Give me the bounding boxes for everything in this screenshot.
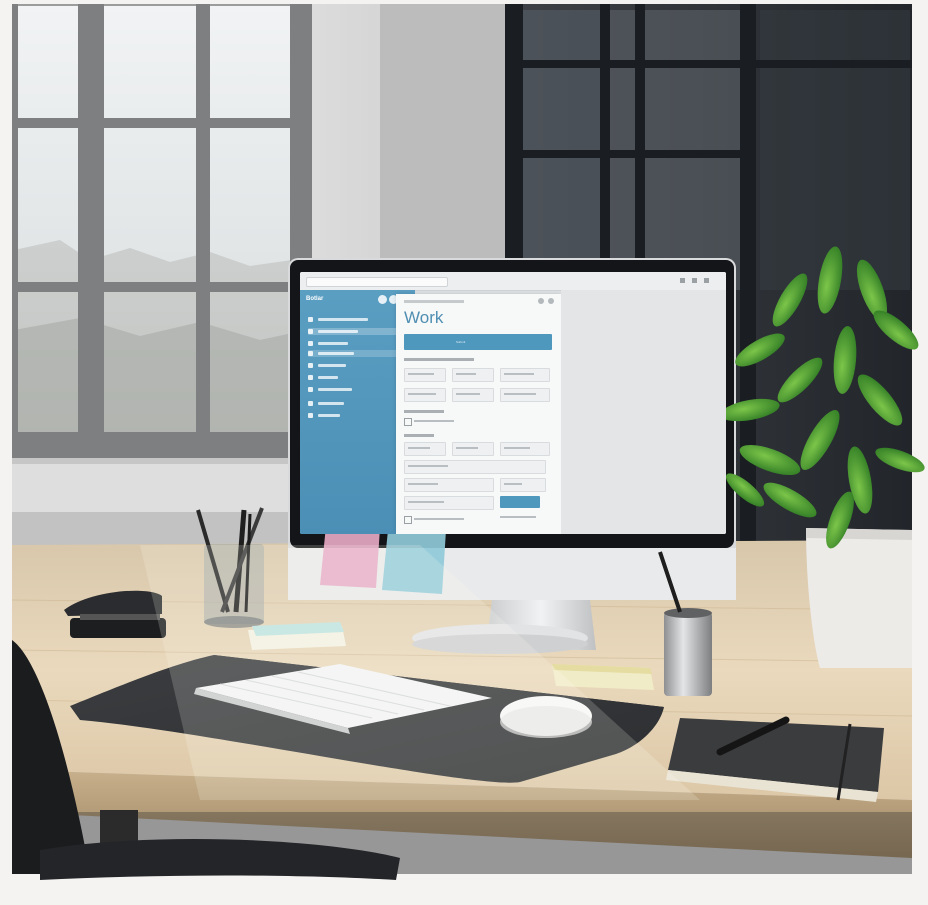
field-text [504,447,530,449]
sidebar-item-highlighted[interactable] [308,350,403,357]
form-field[interactable] [404,442,446,456]
form-field[interactable] [452,388,494,402]
tasks-icon [308,341,313,346]
checkbox[interactable] [404,516,412,524]
team-icon [308,375,313,380]
page-title: Work [404,308,444,327]
monitor-screen: Botlar Work Submit [300,272,726,534]
office-desk-scene: Botlar Work Submit [0,0,928,905]
section-heading [404,410,444,413]
sidebar-item-reports[interactable] [308,362,403,369]
toggle-icon[interactable] [378,295,387,304]
date-input[interactable] [500,478,546,492]
checkbox-label [414,518,464,520]
field-text [408,373,434,375]
checkbox-label [414,420,454,422]
form-field[interactable] [452,368,494,382]
browser-profile-icon[interactable] [704,278,709,283]
form-field[interactable] [452,442,494,456]
search-icon[interactable] [538,298,544,304]
help-icon [308,413,313,418]
sidebar-item-label [318,342,348,345]
field-text [408,501,444,503]
primary-button-label: Submit [456,340,466,344]
sidebar-item-workspace[interactable] [308,316,403,323]
form-field[interactable] [500,442,550,456]
field-text [408,483,438,485]
field-text [408,447,430,449]
section-heading [404,434,434,437]
sidebar-item-team[interactable] [308,374,403,381]
text-input[interactable] [404,460,546,474]
submit-button[interactable] [500,496,540,508]
sidebar-item-settings[interactable] [308,400,403,407]
form-field[interactable] [500,368,550,382]
sidebar-item-calendar[interactable] [308,386,403,393]
reports-icon [308,363,313,368]
footer-link[interactable] [500,516,536,518]
browser-chrome [300,272,726,291]
browser-extension-icon[interactable] [692,278,697,283]
sidebar-item-active[interactable] [308,328,403,335]
content-area [561,290,726,534]
field-text [456,373,476,375]
field-text [504,393,536,395]
field-text [408,465,448,467]
sidebar-item-label [318,388,352,391]
browser-menu-icon[interactable] [680,278,685,283]
field-text [504,483,522,485]
workspace-icon [308,317,313,322]
breadcrumb [404,300,464,303]
field-text [504,373,534,375]
calendar-icon [308,387,313,392]
home-icon [308,329,313,334]
section-heading [404,358,474,361]
dropdown[interactable] [404,478,494,492]
sidebar-item-label [318,376,338,379]
checkbox[interactable] [404,418,412,426]
field-text [456,447,478,449]
gear-icon [308,401,313,406]
form-field[interactable] [500,388,550,402]
field-text [408,393,436,395]
more-icon[interactable] [548,298,554,304]
app-logo: Botlar [306,296,324,302]
sidebar-item-help[interactable] [308,412,403,419]
address-bar[interactable] [306,277,448,287]
form-field[interactable] [404,388,446,402]
sidebar-item-label [318,330,358,333]
sidebar-item-label [318,414,340,417]
sidebar-item-tasks[interactable] [308,340,403,347]
sidebar-item-label [318,402,344,405]
sidebar-item-label [318,352,354,355]
primary-button[interactable]: Submit [404,334,552,350]
sidebar-item-label [318,318,368,321]
sidebar-item-label [318,364,346,367]
folder-icon [308,351,313,356]
work-panel: Work Submit [396,294,561,534]
text-input[interactable] [404,496,494,510]
form-field[interactable] [404,368,446,382]
field-text [456,393,480,395]
